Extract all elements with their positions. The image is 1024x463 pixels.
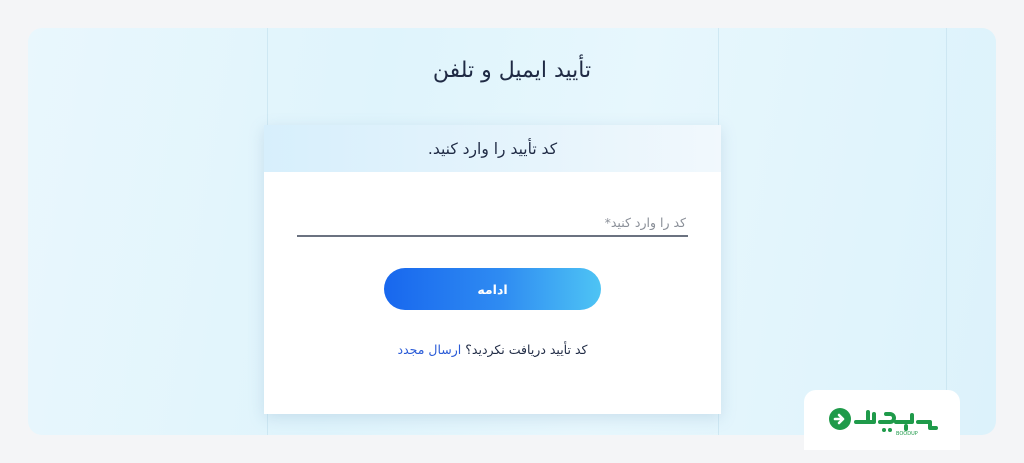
verification-card: کد تأیید را وارد کنید. ادامه کد تأیید در…	[264, 125, 721, 414]
continue-button[interactable]: ادامه	[384, 268, 601, 310]
logo-caption: BOODUP	[896, 431, 918, 437]
resend-row: کد تأیید دریافت نکردید؟ ارسال مجدد	[264, 342, 721, 357]
card-header: کد تأیید را وارد کنید.	[264, 125, 721, 172]
brand-logo: BOODUP	[804, 390, 960, 450]
background-divider	[946, 28, 947, 435]
boodup-logo-icon: BOODUP	[829, 408, 938, 437]
resend-question: کد تأیید دریافت نکردید؟	[465, 342, 588, 357]
page-background: تأیید ایمیل و تلفن کد تأیید را وارد کنید…	[28, 28, 996, 435]
resend-link[interactable]: ارسال مجدد	[398, 342, 462, 357]
code-input[interactable]	[297, 211, 688, 233]
code-field[interactable]	[297, 211, 688, 237]
page-title: تأیید ایمیل و تلفن	[432, 58, 592, 83]
